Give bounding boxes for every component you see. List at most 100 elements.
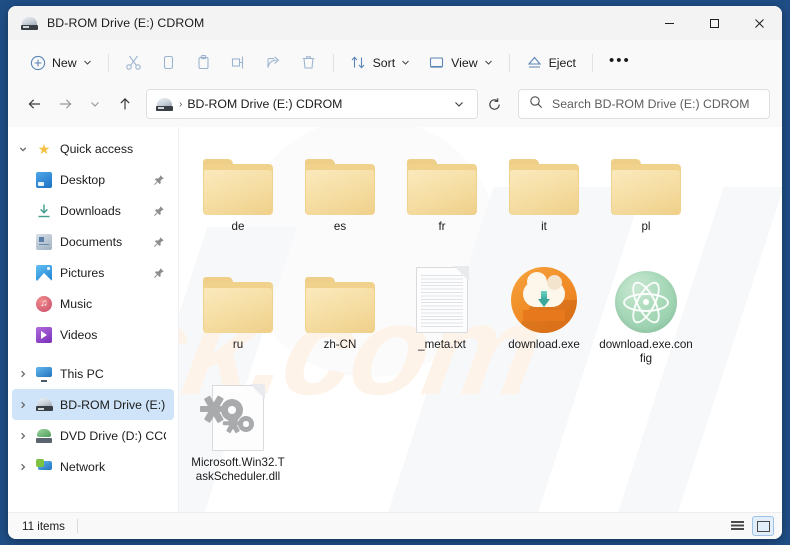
file-item-es[interactable]: es: [289, 137, 391, 255]
videos-icon: [34, 326, 54, 343]
copy-icon: [160, 54, 177, 71]
file-label: download.exe: [508, 338, 580, 351]
sidebar-item-documents[interactable]: Documents: [12, 226, 174, 257]
file-item-de[interactable]: de: [187, 137, 289, 255]
status-divider: [76, 519, 78, 533]
sidebar-item-downloads[interactable]: Downloads: [12, 195, 174, 226]
pin-icon[interactable]: [152, 205, 166, 217]
file-label: it: [541, 220, 547, 233]
documents-icon: [34, 233, 54, 250]
up-button[interactable]: [110, 89, 140, 119]
sidebar-item-desktop[interactable]: Desktop: [12, 164, 174, 195]
address-input[interactable]: › BD-ROM Drive (E:) CDROM: [146, 89, 478, 119]
rename-button[interactable]: [221, 47, 256, 78]
sidebar-item-videos[interactable]: Videos: [12, 319, 174, 350]
file-item-ru[interactable]: ru: [187, 255, 289, 373]
search-placeholder: Search BD-ROM Drive (E:) CDROM: [552, 97, 750, 111]
pictures-icon: [34, 264, 54, 281]
file-item-fr[interactable]: fr: [391, 137, 493, 255]
view-button-label: View: [451, 55, 478, 70]
large-icons-view-button[interactable]: [752, 516, 774, 536]
chevron-right-icon[interactable]: [12, 462, 34, 472]
list-view-icon: [730, 520, 744, 532]
large-icons-view-icon: [756, 520, 770, 532]
eject-button-label: Eject: [548, 55, 576, 70]
delete-button[interactable]: [291, 47, 326, 78]
sidebar-item-pictures[interactable]: Pictures: [12, 257, 174, 288]
sidebar-item-network[interactable]: Network: [12, 451, 174, 482]
search-input[interactable]: Search BD-ROM Drive (E:) CDROM: [518, 89, 770, 119]
toolbar-divider-3: [508, 53, 510, 72]
file-item-zh-cn[interactable]: zh-CN: [289, 255, 391, 373]
sort-button[interactable]: Sort: [341, 47, 420, 78]
network-icon: [34, 459, 54, 474]
file-item-taskscheduler-dll[interactable]: Microsoft.Win32.TaskScheduler.dll: [187, 373, 289, 491]
chevron-right-icon[interactable]: [12, 369, 34, 379]
sidebar-label: BD-ROM Drive (E:) C: [60, 397, 166, 412]
desktop-icon: [34, 171, 54, 188]
sort-icon: [350, 54, 367, 71]
pin-icon[interactable]: [152, 174, 166, 186]
refresh-button[interactable]: [480, 90, 508, 118]
sidebar-item-music[interactable]: Music: [12, 288, 174, 319]
chevron-right-icon[interactable]: [12, 431, 34, 441]
file-item-download-exe-config[interactable]: download.exe.config: [595, 255, 697, 373]
pin-icon[interactable]: [152, 267, 166, 279]
recent-locations-button[interactable]: [80, 89, 110, 119]
view-icon: [428, 54, 445, 71]
forward-button[interactable]: [50, 89, 80, 119]
title-bar-left: BD-ROM Drive (E:) CDROM: [8, 16, 204, 30]
cut-button[interactable]: [116, 47, 151, 78]
eject-button[interactable]: Eject: [517, 47, 585, 78]
optical-drive-icon: [156, 97, 173, 111]
breadcrumb-path: BD-ROM Drive (E:) CDROM: [187, 97, 343, 111]
file-list-pane[interactable]: sk.com de es fr it pl ru zh-CN _meta.txt…: [178, 127, 782, 512]
view-button[interactable]: View: [419, 47, 501, 78]
address-dropdown-button[interactable]: [447, 92, 471, 116]
sidebar-label: Pictures: [60, 265, 105, 280]
maximize-button[interactable]: [692, 6, 737, 40]
toolbar-divider-4: [591, 53, 593, 72]
eject-icon: [526, 54, 543, 71]
paste-button[interactable]: [186, 47, 221, 78]
search-icon: [529, 95, 543, 114]
back-button[interactable]: [20, 89, 50, 119]
file-item-pl[interactable]: pl: [595, 137, 697, 255]
ellipsis-icon: •••: [608, 52, 631, 69]
file-item-download-exe[interactable]: download.exe: [493, 255, 595, 373]
sidebar-item-dvd-drive[interactable]: DVD Drive (D:) CCCC: [12, 420, 174, 451]
list-view-button[interactable]: [726, 516, 748, 536]
file-item-meta-txt[interactable]: _meta.txt: [391, 255, 493, 373]
dvd-drive-icon: [34, 428, 54, 443]
file-label: de: [231, 220, 245, 233]
copy-button[interactable]: [151, 47, 186, 78]
chevron-down-icon[interactable]: [12, 144, 34, 154]
folder-icon: [403, 141, 481, 215]
close-button[interactable]: [737, 6, 782, 40]
trash-icon: [300, 54, 317, 71]
share-button[interactable]: [256, 47, 291, 78]
sidebar-label: This PC: [60, 366, 104, 381]
breadcrumb[interactable]: › BD-ROM Drive (E:) CDROM: [179, 97, 441, 111]
navigation-pane: ★ Quick access Desktop Downloads Documen…: [8, 127, 178, 512]
pin-icon[interactable]: [152, 236, 166, 248]
new-button[interactable]: New: [20, 47, 101, 78]
sidebar-item-bd-rom-drive[interactable]: BD-ROM Drive (E:) C: [12, 389, 174, 420]
more-options-button[interactable]: •••: [600, 47, 640, 78]
folder-icon: [199, 259, 277, 333]
sidebar-label: Quick access: [60, 141, 134, 156]
sidebar-label: Music: [60, 296, 93, 311]
folder-icon: [505, 141, 583, 215]
folder-icon: [301, 259, 379, 333]
sidebar-item-this-pc[interactable]: This PC: [12, 358, 174, 389]
folder-icon: [199, 141, 277, 215]
window-controls: [647, 6, 782, 40]
minimize-button[interactable]: [647, 6, 692, 40]
sidebar-label: Downloads: [60, 203, 121, 218]
file-explorer-window: BD-ROM Drive (E:) CDROM New Sort View Ej…: [8, 6, 782, 539]
window-body: ★ Quick access Desktop Downloads Documen…: [8, 127, 782, 512]
chevron-right-icon[interactable]: [12, 400, 34, 410]
address-bar: › BD-ROM Drive (E:) CDROM Search BD-ROM …: [8, 85, 782, 127]
file-item-it[interactable]: it: [493, 137, 595, 255]
sidebar-item-quick-access[interactable]: ★ Quick access: [12, 133, 174, 164]
